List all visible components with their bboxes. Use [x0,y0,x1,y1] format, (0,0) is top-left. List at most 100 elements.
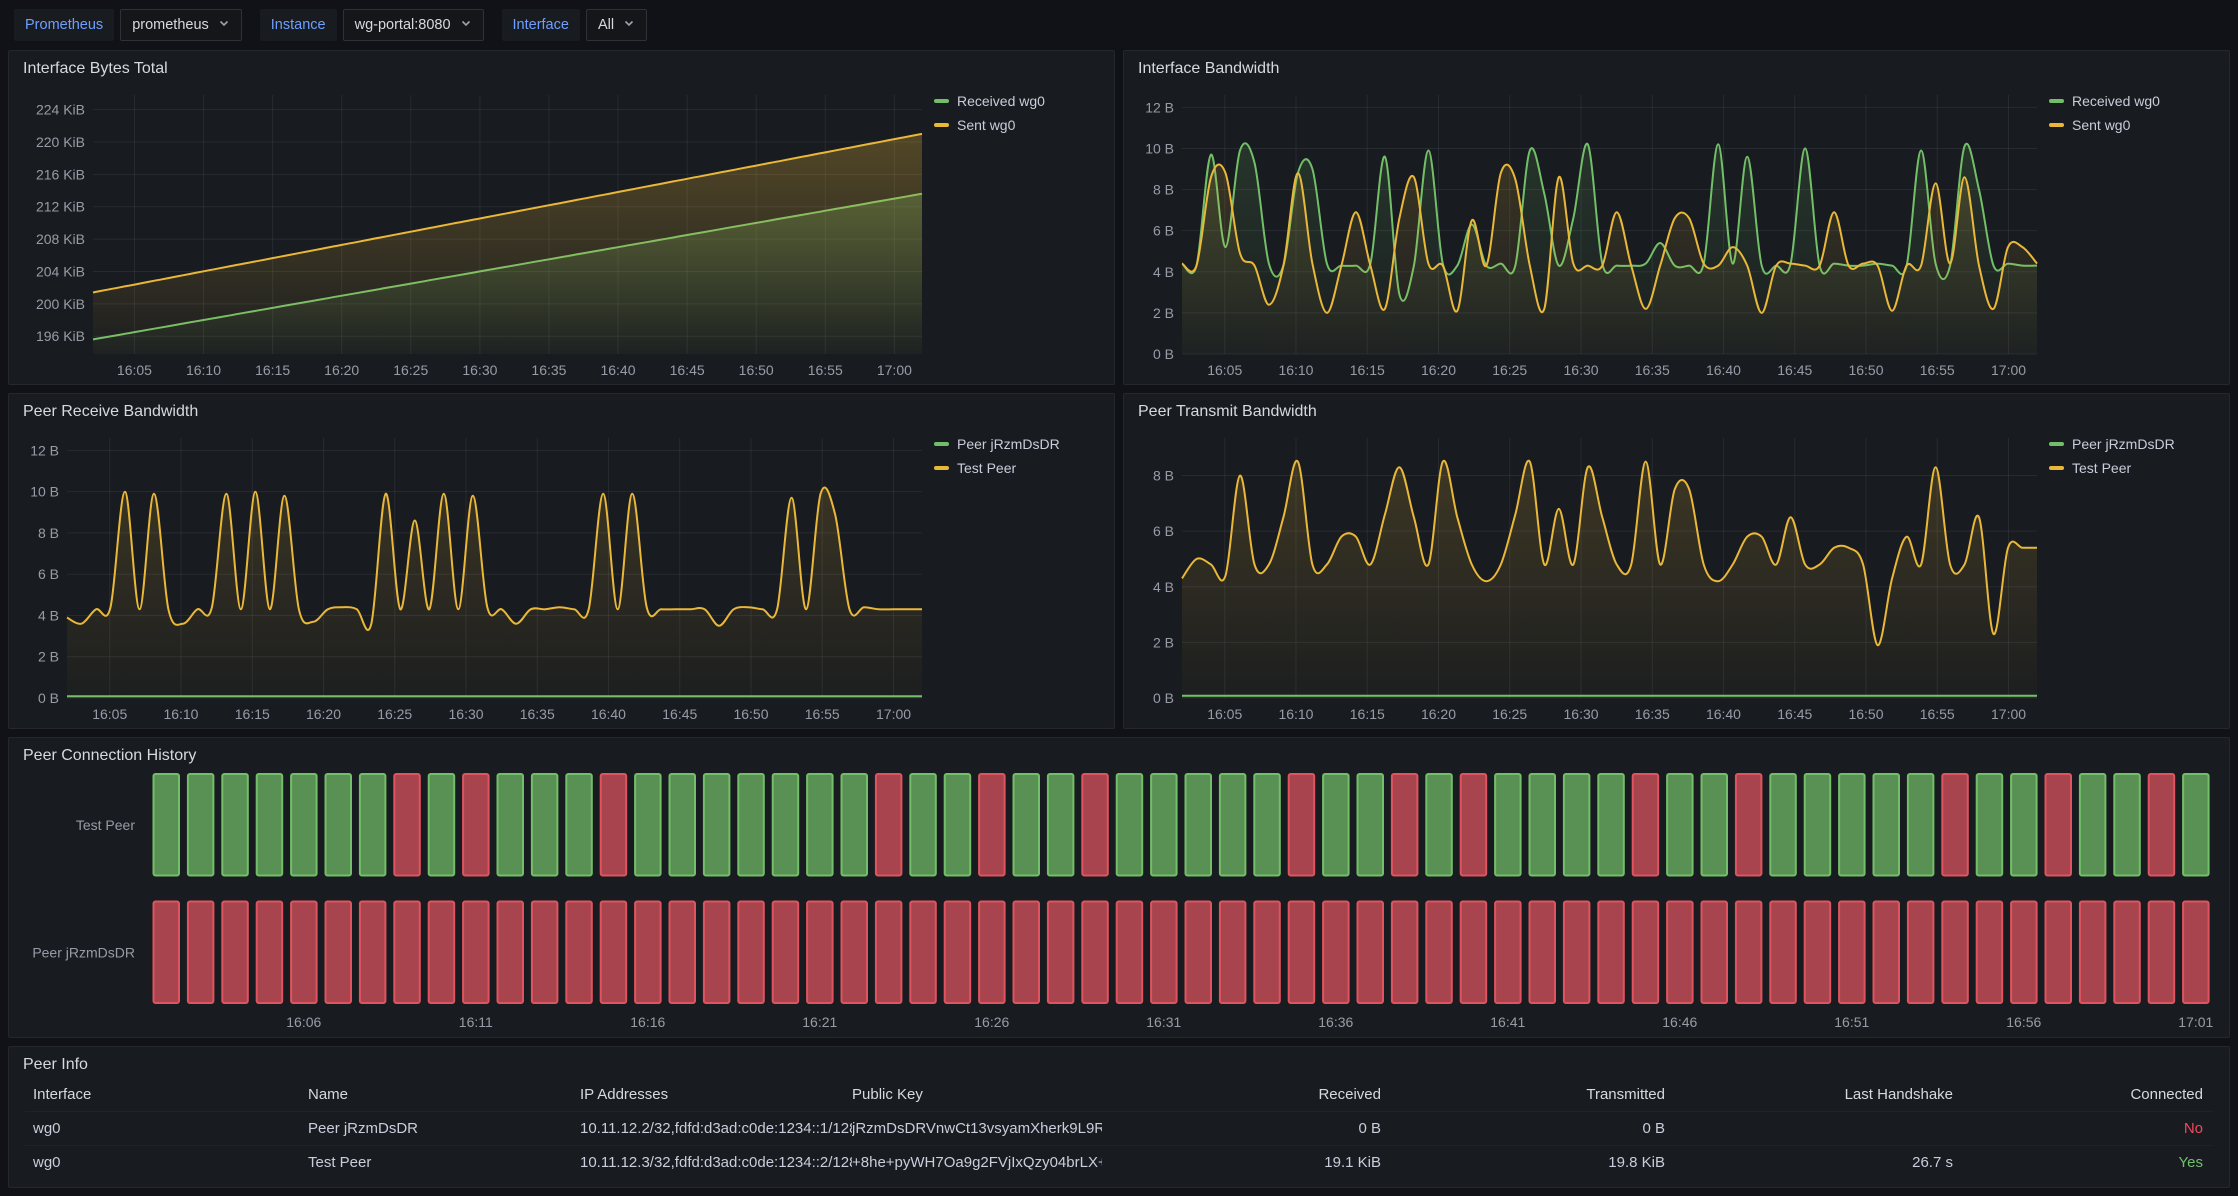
panel-peer-transmit-bandwidth: Peer Transmit Bandwidth 16:0516:1016:151… [1123,393,2230,729]
status-bar [1082,902,1108,1004]
status-bar [876,774,902,876]
status-bar [2046,774,2072,876]
column-header-received[interactable]: Received [1102,1086,1383,1103]
panel-title-peer-info[interactable]: Peer Info [9,1047,2229,1077]
chart-interface-bandwidth[interactable]: 16:0516:1016:1516:2016:2516:3016:3516:40… [1132,81,2043,382]
variable-dropdown-instance[interactable]: wg-portal:8080 [343,9,484,41]
cell-connected: Yes [1955,1154,2205,1171]
y-axis-tick-label: 8 B [1153,182,1174,198]
x-axis-tick-label: 16:15 [1350,362,1385,378]
column-header-public-key[interactable]: Public Key [852,1086,1102,1103]
legend-item-sent-wg0[interactable]: Sent wg0 [2049,117,2217,133]
x-axis-tick-label: 16:46 [1662,1014,1697,1030]
column-header-transmitted[interactable]: Transmitted [1383,1086,1667,1103]
status-bar [1392,774,1418,876]
variable-dropdown-interface[interactable]: All [586,9,647,41]
legend-item-received-wg0[interactable]: Received wg0 [2049,93,2217,109]
status-bar [394,774,420,876]
status-bar [738,774,764,876]
cell-transmitted: 0 B [1383,1120,1667,1137]
variable-value-instance: wg-portal:8080 [355,17,451,33]
status-bar [1564,902,1590,1004]
chart-legend: Received wg0 Sent wg0 [2043,81,2221,382]
chart-peer-transmit-bandwidth[interactable]: 16:0516:1016:1516:2016:2516:3016:3516:40… [1132,424,2043,726]
panel-title-interface-bandwidth[interactable]: Interface Bandwidth [1124,51,2229,81]
peer-info-table: InterfaceNameIP AddressesPublic KeyRecei… [17,1077,2221,1185]
legend-item-received-wg0[interactable]: Received wg0 [934,93,1102,109]
x-axis-tick-label: 16:40 [1706,706,1741,722]
status-bar [1702,902,1728,1004]
status-bar [1633,774,1659,876]
legend-item-sent-wg0[interactable]: Sent wg0 [934,117,1102,133]
y-axis-tick-label: 216 KiB [36,166,85,182]
table-row[interactable]: wg0Peer jRzmDsDR10.11.12.2/32,fdfd:d3ad:… [25,1111,2213,1145]
legend-item-test-peer[interactable]: Test Peer [934,460,1102,476]
status-bar [1908,902,1934,1004]
status-bar [1289,774,1315,876]
status-bar [222,902,248,1004]
legend-item-test-peer[interactable]: Test Peer [2049,460,2217,476]
column-header-name[interactable]: Name [308,1086,580,1103]
panel-title-interface-bytes-total[interactable]: Interface Bytes Total [9,51,1114,81]
y-axis-tick-label: 12 B [1145,99,1174,115]
variable-dropdown-prometheus[interactable]: prometheus [120,9,242,41]
panel-peer-info: Peer Info InterfaceNameIP AddressesPubli… [8,1046,2230,1188]
y-axis-tick-label: 10 B [1145,140,1174,156]
cell-public-key: +8he+pyWH7Oa9g2FVjIxQzy04brLX+D [852,1154,1102,1171]
series-fill [67,488,922,698]
x-axis-tick-label: 16:05 [117,362,152,378]
variable-label-prometheus[interactable]: Prometheus [14,9,114,41]
y-axis-tick-label: 6 B [38,566,59,582]
x-axis-tick-label: 16:30 [462,362,497,378]
chart-peer-receive-bandwidth[interactable]: 16:0516:1016:1516:2016:2516:3016:3516:40… [17,424,928,726]
status-bar [1667,902,1693,1004]
status-bar [1839,774,1865,876]
x-axis-tick-label: 16:10 [186,362,221,378]
status-bar [532,774,558,876]
status-bar [1323,902,1349,1004]
status-bar [326,774,352,876]
x-axis-tick-label: 16:05 [1207,362,1242,378]
column-header-ip-addresses[interactable]: IP Addresses [580,1086,852,1103]
status-bar [1151,902,1177,1004]
chart-peer-connection-history[interactable]: Test PeerPeer jRzmDsDR16:0616:1116:1616:… [17,768,2221,1035]
variable-label-interface[interactable]: Interface [502,9,580,41]
column-header-connected[interactable]: Connected [1955,1086,2205,1103]
panel-title-peer-connection-history[interactable]: Peer Connection History [9,738,2229,768]
column-header-interface[interactable]: Interface [33,1086,308,1103]
status-bar [188,902,214,1004]
y-axis-tick-label: 0 B [1153,346,1174,362]
panel-title-peer-receive-bandwidth[interactable]: Peer Receive Bandwidth [9,394,1114,424]
y-axis-tick-label: 6 B [1153,223,1174,239]
variable-label-instance[interactable]: Instance [260,9,337,41]
status-bar [910,774,936,876]
panel-peer-connection-history: Peer Connection History Test PeerPeer jR… [8,737,2230,1038]
status-bar [429,774,455,876]
status-bar [566,902,592,1004]
y-axis-tick-label: 4 B [38,607,59,623]
panel-title-peer-transmit-bandwidth[interactable]: Peer Transmit Bandwidth [1124,394,2229,424]
status-bar [1770,774,1796,876]
status-bar [670,774,696,876]
status-bar [910,902,936,1004]
x-axis-tick-label: 16:25 [377,706,412,722]
x-axis-tick-label: 17:00 [876,706,911,722]
x-axis-tick-label: 16:11 [459,1014,493,1030]
x-axis-tick-label: 16:50 [1848,362,1883,378]
x-axis-tick-label: 16:10 [1278,362,1313,378]
status-bar [1461,774,1487,876]
y-axis-tick-label: 212 KiB [36,199,85,215]
x-axis-tick-label: 16:30 [1564,706,1599,722]
status-bar [2046,902,2072,1004]
status-bar [291,902,317,1004]
column-header-last-handshake[interactable]: Last Handshake [1667,1086,1955,1103]
legend-label: Received wg0 [2072,93,2160,109]
legend-item-peer-jrzmdsdr[interactable]: Peer jRzmDsDR [2049,436,2217,452]
status-bar [429,902,455,1004]
row-label-peer-jrzmdsdr: Peer jRzmDsDR [32,944,135,960]
chart-interface-bytes-total[interactable]: 16:0516:1016:1516:2016:2516:3016:3516:40… [17,81,928,382]
legend-item-peer-jrzmdsdr[interactable]: Peer jRzmDsDR [934,436,1102,452]
status-bar [1977,774,2003,876]
table-row[interactable]: wg0Test Peer10.11.12.3/32,fdfd:d3ad:c0de… [25,1145,2213,1179]
status-bar [463,774,489,876]
